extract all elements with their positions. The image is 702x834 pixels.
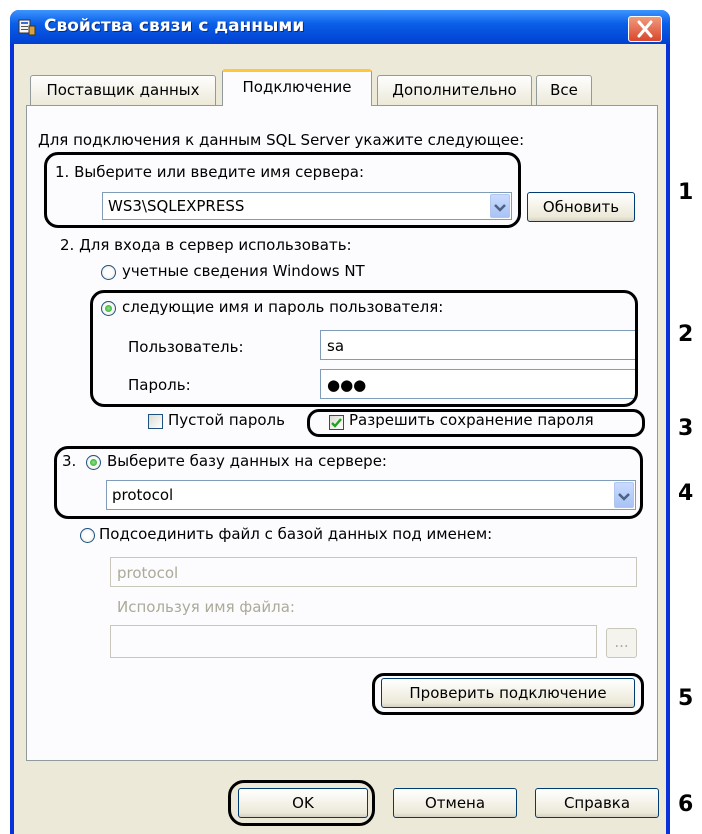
tab-advanced[interactable]: Дополнительно bbox=[377, 75, 532, 105]
file-name-label: Используя имя файла: bbox=[117, 598, 295, 616]
browse-button[interactable]: ... bbox=[606, 628, 637, 658]
empty-password-checkbox[interactable] bbox=[148, 414, 163, 429]
window-title: Свойства связи с данными bbox=[44, 16, 305, 36]
radio-attach-file[interactable] bbox=[80, 528, 95, 543]
intro-text: Для подключения к данным SQL Server укаж… bbox=[38, 131, 525, 149]
annotation-number-4: 4 bbox=[678, 481, 694, 506]
login-method-label: 2. Для входа в сервер использовать: bbox=[60, 236, 352, 254]
callout-box-2 bbox=[90, 290, 638, 407]
tab-data-provider[interactable]: Поставщик данных bbox=[30, 75, 216, 105]
cancel-button[interactable]: Отмена bbox=[393, 788, 517, 818]
callout-box-6 bbox=[228, 780, 375, 826]
close-icon bbox=[637, 20, 653, 38]
tab-all[interactable]: Все bbox=[536, 75, 592, 105]
callout-box-5 bbox=[372, 673, 644, 715]
annotation-number-2: 2 bbox=[678, 322, 694, 347]
radio-windows-nt-label[interactable]: учетные сведения Windows NT bbox=[122, 262, 365, 280]
help-button[interactable]: Справка bbox=[535, 788, 659, 818]
file-name-input[interactable] bbox=[110, 625, 597, 658]
radio-windows-nt[interactable] bbox=[101, 265, 116, 280]
radio-attach-file-label[interactable]: Подсоединить файл с базой данных под име… bbox=[99, 525, 492, 543]
tab-connection[interactable]: Подключение bbox=[222, 69, 372, 106]
refresh-button[interactable]: Обновить bbox=[527, 192, 635, 222]
attach-database-name-value: protocol bbox=[117, 564, 179, 582]
attach-database-name-input[interactable]: protocol bbox=[110, 557, 637, 587]
empty-password-label[interactable]: Пустой пароль bbox=[168, 411, 285, 429]
annotation-number-3: 3 bbox=[678, 416, 694, 441]
data-link-icon bbox=[18, 18, 36, 36]
close-button[interactable] bbox=[628, 16, 662, 42]
callout-box-4 bbox=[54, 446, 643, 519]
annotation-number-1: 1 bbox=[678, 180, 694, 205]
annotation-number-6: 6 bbox=[678, 792, 694, 817]
annotation-number-5: 5 bbox=[678, 686, 694, 711]
callout-box-3 bbox=[307, 409, 645, 437]
callout-box-1 bbox=[44, 152, 521, 228]
